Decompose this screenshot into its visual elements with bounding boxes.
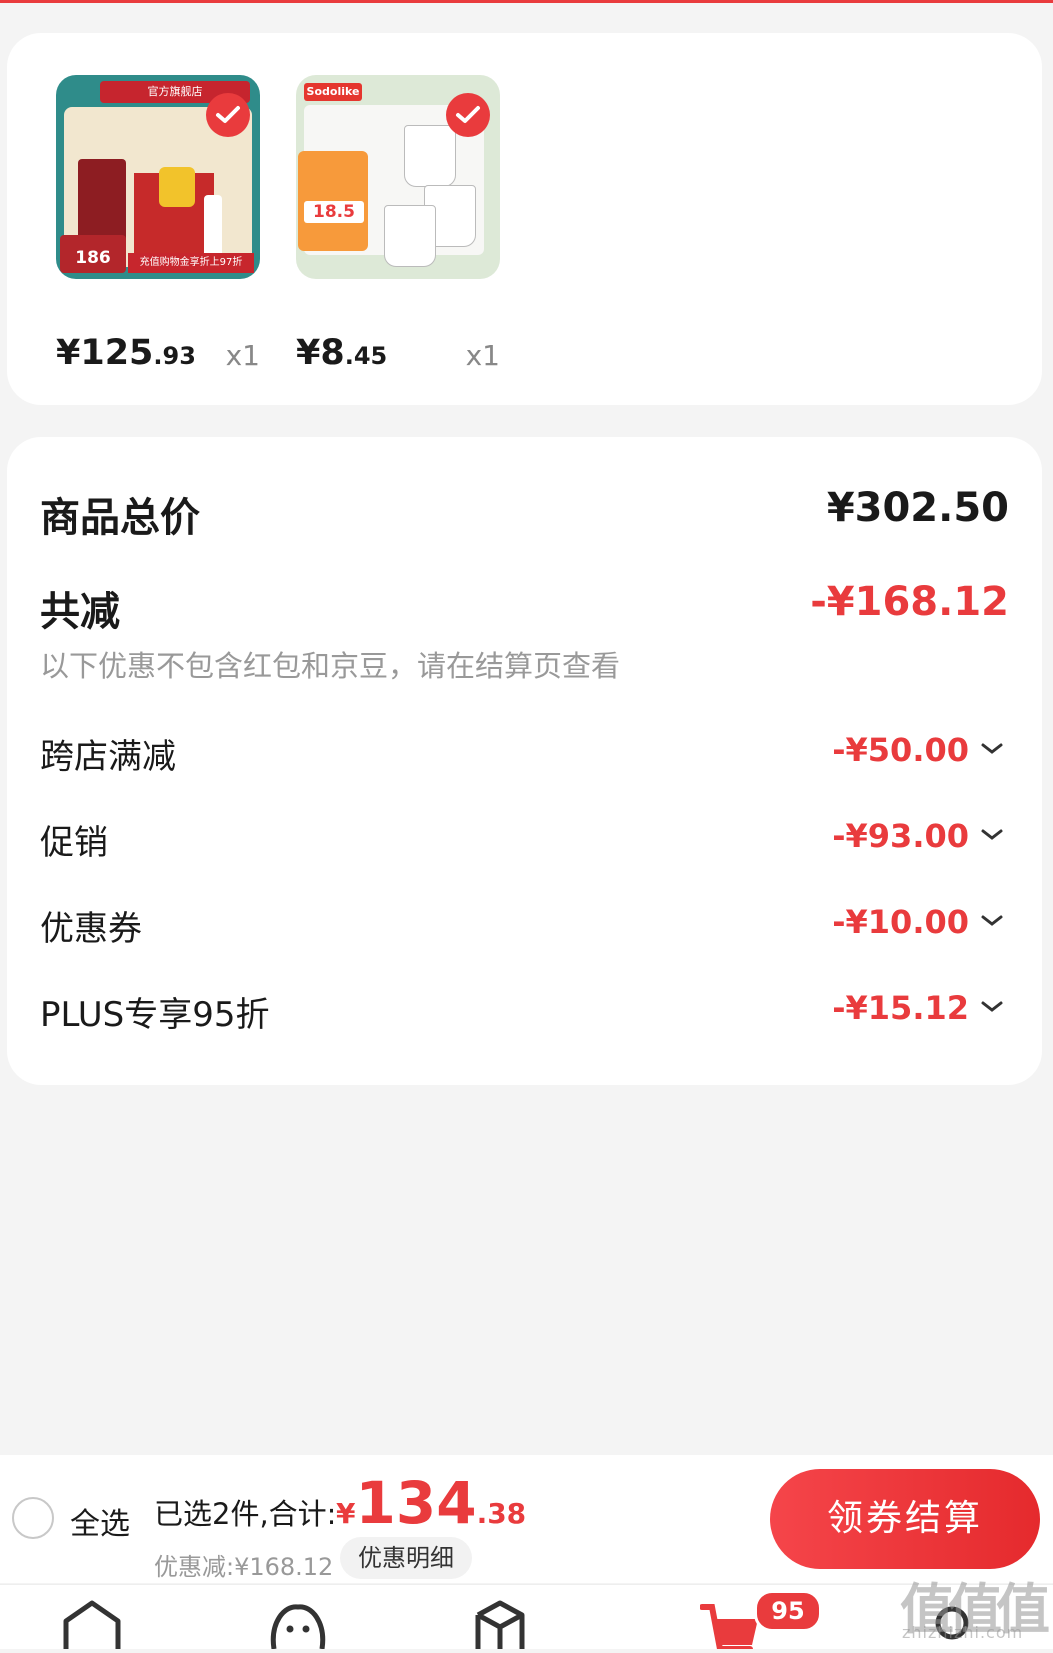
- checkout-bar: 全选 已选2件,合计: ¥134.38 优惠减:¥168.12 优惠明细 领券结…: [0, 1455, 1053, 1583]
- selected-check-icon[interactable]: [206, 93, 250, 137]
- thumb-strip: 充值购物金享折上97折: [128, 253, 254, 273]
- category-icon[interactable]: [468, 1599, 532, 1649]
- discover-icon[interactable]: [266, 1599, 330, 1650]
- discount-value: -¥50.00: [832, 731, 969, 769]
- select-all-radio[interactable]: [12, 1497, 54, 1539]
- discount-value: -¥93.00: [832, 817, 969, 855]
- total-amount: ¥134.38: [336, 1469, 527, 1537]
- product-thumbnail[interactable]: Sodolike 18.5: [296, 75, 500, 279]
- discount-note: 以下优惠不包含红包和京豆，请在结算页查看: [40, 649, 621, 683]
- checkout-button[interactable]: 领券结算: [770, 1469, 1040, 1569]
- chevron-down-icon[interactable]: [979, 739, 1005, 759]
- selected-products-card: 官方旗舰店 186 充值购物金享折上97折 ¥125.93 x1 Sodolik…: [7, 33, 1042, 405]
- watermark-logo: 值值值 zhizhizhi.com: [900, 1578, 1050, 1642]
- total-price-label: 商品总价: [40, 495, 200, 541]
- home-icon[interactable]: [60, 1599, 124, 1649]
- cart-count-badge: 95: [754, 1590, 822, 1632]
- discount-label: 优惠券: [40, 909, 142, 949]
- discount-value: -¥15.12: [832, 989, 969, 1027]
- selected-count-text: 已选2件,合计:: [154, 1497, 337, 1531]
- product-quantity: x1: [225, 339, 260, 372]
- product-price: ¥125.93: [56, 333, 196, 373]
- price-summary-card: 商品总价 ¥302.50 共减 -¥168.12 以下优惠不包含红包和京豆，请在…: [7, 437, 1042, 1085]
- discount-value: -¥10.00: [832, 903, 969, 941]
- product-item[interactable]: 官方旗舰店 186 充值购物金享折上97折 ¥125.93 x1: [56, 75, 260, 373]
- top-accent-line: [0, 0, 1053, 3]
- product-price: ¥8.45: [296, 333, 388, 373]
- discount-label: 跨店满减: [40, 737, 176, 777]
- thumb-promo-price: 18.5: [304, 201, 364, 223]
- thumb-brand: Sodolike: [304, 83, 362, 101]
- total-price-value: ¥302.50: [826, 485, 1009, 531]
- discount-label: PLUS专享95折: [40, 995, 270, 1035]
- discount-label: 促销: [40, 823, 108, 863]
- product-quantity: x1: [465, 339, 500, 372]
- total-reduction-value: -¥168.12: [810, 579, 1009, 625]
- thumb-tag: 186: [60, 235, 126, 273]
- total-reduction-label: 共减: [40, 589, 120, 635]
- discount-amount-text: 优惠减:¥168.12: [154, 1553, 334, 1581]
- chevron-down-icon[interactable]: [979, 825, 1005, 845]
- chevron-down-icon[interactable]: [979, 997, 1005, 1017]
- selected-check-icon[interactable]: [446, 93, 490, 137]
- chevron-down-icon[interactable]: [979, 911, 1005, 931]
- bottom-tab-bar: [0, 1584, 1053, 1652]
- select-all-label[interactable]: 全选: [70, 1499, 130, 1543]
- discount-detail-button[interactable]: 优惠明细: [340, 1537, 472, 1579]
- product-item[interactable]: Sodolike 18.5 ¥8.45 x1: [296, 75, 500, 373]
- product-thumbnail[interactable]: 官方旗舰店 186 充值购物金享折上97折: [56, 75, 260, 279]
